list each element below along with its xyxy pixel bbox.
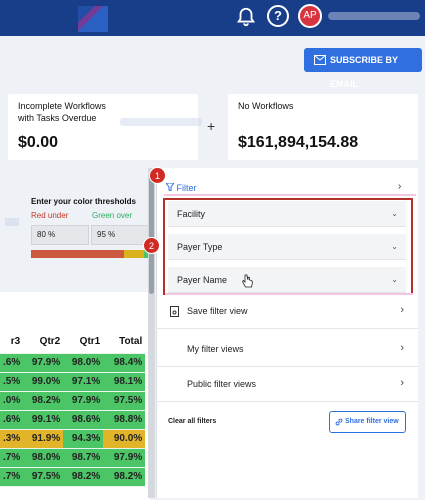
share-filter-view-button[interactable]: Share filter view	[329, 411, 406, 433]
incomplete-workflows-card[interactable]: Incomplete Workflows with Tasks Overdue $…	[8, 94, 198, 160]
bell-icon[interactable]	[235, 6, 257, 28]
table-header-row: r3 Qtr2 Qtr1 Total	[0, 331, 146, 354]
thresholds-title: Enter your color thresholds	[31, 197, 136, 206]
filter-header[interactable]: Filter	[165, 182, 197, 193]
col-header[interactable]: Total	[103, 331, 146, 354]
subscribe-by-email-button[interactable]: SUBSCRIBE BY EMAIL	[304, 48, 422, 89]
table-cell: .0%	[0, 391, 24, 411]
table-cell: 98.2%	[63, 467, 104, 487]
red-threshold-input[interactable]: 80 %	[31, 225, 89, 245]
table-cell: 91.9%	[23, 429, 64, 449]
step-badge-2: 2	[143, 237, 160, 254]
help-icon[interactable]: ?	[267, 5, 289, 27]
table-row: .3% 91.9% 94.3% 90.0%	[0, 429, 146, 449]
table-cell: .3%	[0, 429, 24, 449]
table-cell: 97.9%	[63, 391, 104, 411]
col-header[interactable]: Qtr1	[63, 331, 104, 354]
table-cell: 97.9%	[23, 353, 64, 373]
filter-title: Filter	[176, 183, 197, 193]
green-threshold-input[interactable]: 95 %	[91, 225, 149, 245]
app-logo[interactable]	[78, 6, 108, 32]
chevron-right-icon: ›	[400, 342, 404, 354]
scrollbar-thumb[interactable]	[149, 174, 154, 294]
table-cell: 98.6%	[63, 410, 104, 430]
hand-cursor-icon	[242, 274, 253, 288]
table-cell: .5%	[0, 372, 24, 392]
table-cell: 99.0%	[23, 372, 64, 392]
table-row: .6% 99.1% 98.6% 98.8%	[0, 410, 146, 430]
table-cell: 98.8%	[103, 410, 146, 430]
table-row: .5% 99.0% 97.1% 98.1%	[0, 372, 146, 392]
table-cell: 98.2%	[23, 391, 64, 411]
table-cell: 98.0%	[23, 448, 64, 468]
public-filter-views-label: Public filter views	[187, 379, 257, 389]
table-cell: 99.1%	[23, 410, 64, 430]
table-cell: 98.4%	[103, 353, 146, 373]
table-row: .6% 97.9% 98.0% 98.4%	[0, 353, 146, 373]
threshold-color-bar	[31, 250, 149, 258]
red-under-label: Red under	[31, 211, 69, 220]
table-cell: 97.9%	[103, 448, 146, 468]
card-label: No Workflows	[238, 101, 294, 111]
table-cell: 98.0%	[63, 353, 104, 373]
step-badge-1: 1	[149, 167, 166, 184]
col-header[interactable]: Qtr2	[23, 331, 64, 354]
clear-all-filters-link[interactable]: Clear all filters	[168, 418, 216, 425]
chevron-right-icon[interactable]: ›	[398, 181, 401, 192]
table-cell: 98.1%	[103, 372, 146, 392]
col-header[interactable]: r3	[0, 331, 24, 354]
ghost-overlay	[120, 118, 202, 126]
link-icon	[335, 418, 343, 426]
no-workflows-card[interactable]: No Workflows $161,894,154.88	[228, 94, 418, 160]
table-cell: 98.2%	[103, 467, 146, 487]
save-icon	[170, 306, 179, 317]
my-filter-views-label: My filter views	[187, 344, 244, 354]
chevron-right-icon: ›	[400, 377, 404, 389]
metrics-table: r3 Qtr2 Qtr1 Total .6% 97.9% 98.0% 98.4% .5%…	[0, 331, 146, 487]
table-cell: .6%	[0, 410, 24, 430]
table-cell: 94.3%	[63, 429, 104, 449]
my-filter-views-row[interactable]: My filter views ›	[156, 332, 418, 367]
user-name-redacted[interactable]	[328, 12, 420, 20]
table-cell: 97.1%	[63, 372, 104, 392]
green-over-label: Green over	[92, 211, 133, 220]
top-nav-bar: ? AP	[0, 0, 425, 36]
table-cell: .7%	[0, 448, 24, 468]
faded-text	[5, 218, 19, 226]
table-cell: .7%	[0, 467, 24, 487]
save-filter-view-row[interactable]: Save filter view ›	[156, 294, 418, 329]
filter-icon	[165, 182, 175, 192]
chevron-right-icon: ›	[400, 304, 404, 316]
plus-sign: +	[207, 118, 216, 134]
table-cell: 97.5%	[23, 467, 64, 487]
subscribe-label: SUBSCRIBE BY EMAIL	[330, 55, 398, 89]
avatar[interactable]: AP	[298, 4, 322, 28]
highlight-line	[164, 194, 416, 196]
card-value: $0.00	[18, 134, 59, 151]
table-cell: .6%	[0, 353, 24, 373]
table-cell: 90.0%	[103, 429, 146, 449]
table-row: .7% 98.0% 98.7% 97.9%	[0, 448, 146, 468]
highlight-box	[163, 198, 413, 295]
save-filter-view-label: Save filter view	[187, 306, 248, 316]
table-row: .7% 97.5% 98.2% 98.2%	[0, 467, 146, 487]
card-value: $161,894,154.88	[238, 134, 359, 151]
table-cell: 98.7%	[63, 448, 104, 468]
table-cell: 97.5%	[103, 391, 146, 411]
public-filter-views-row[interactable]: Public filter views ›	[156, 367, 418, 402]
mail-icon	[314, 55, 326, 65]
share-filter-view-label: Share filter view	[345, 418, 399, 425]
table-row: .0% 98.2% 97.9% 97.5%	[0, 391, 146, 411]
card-label: Incomplete Workflows with Tasks Overdue	[18, 101, 106, 123]
